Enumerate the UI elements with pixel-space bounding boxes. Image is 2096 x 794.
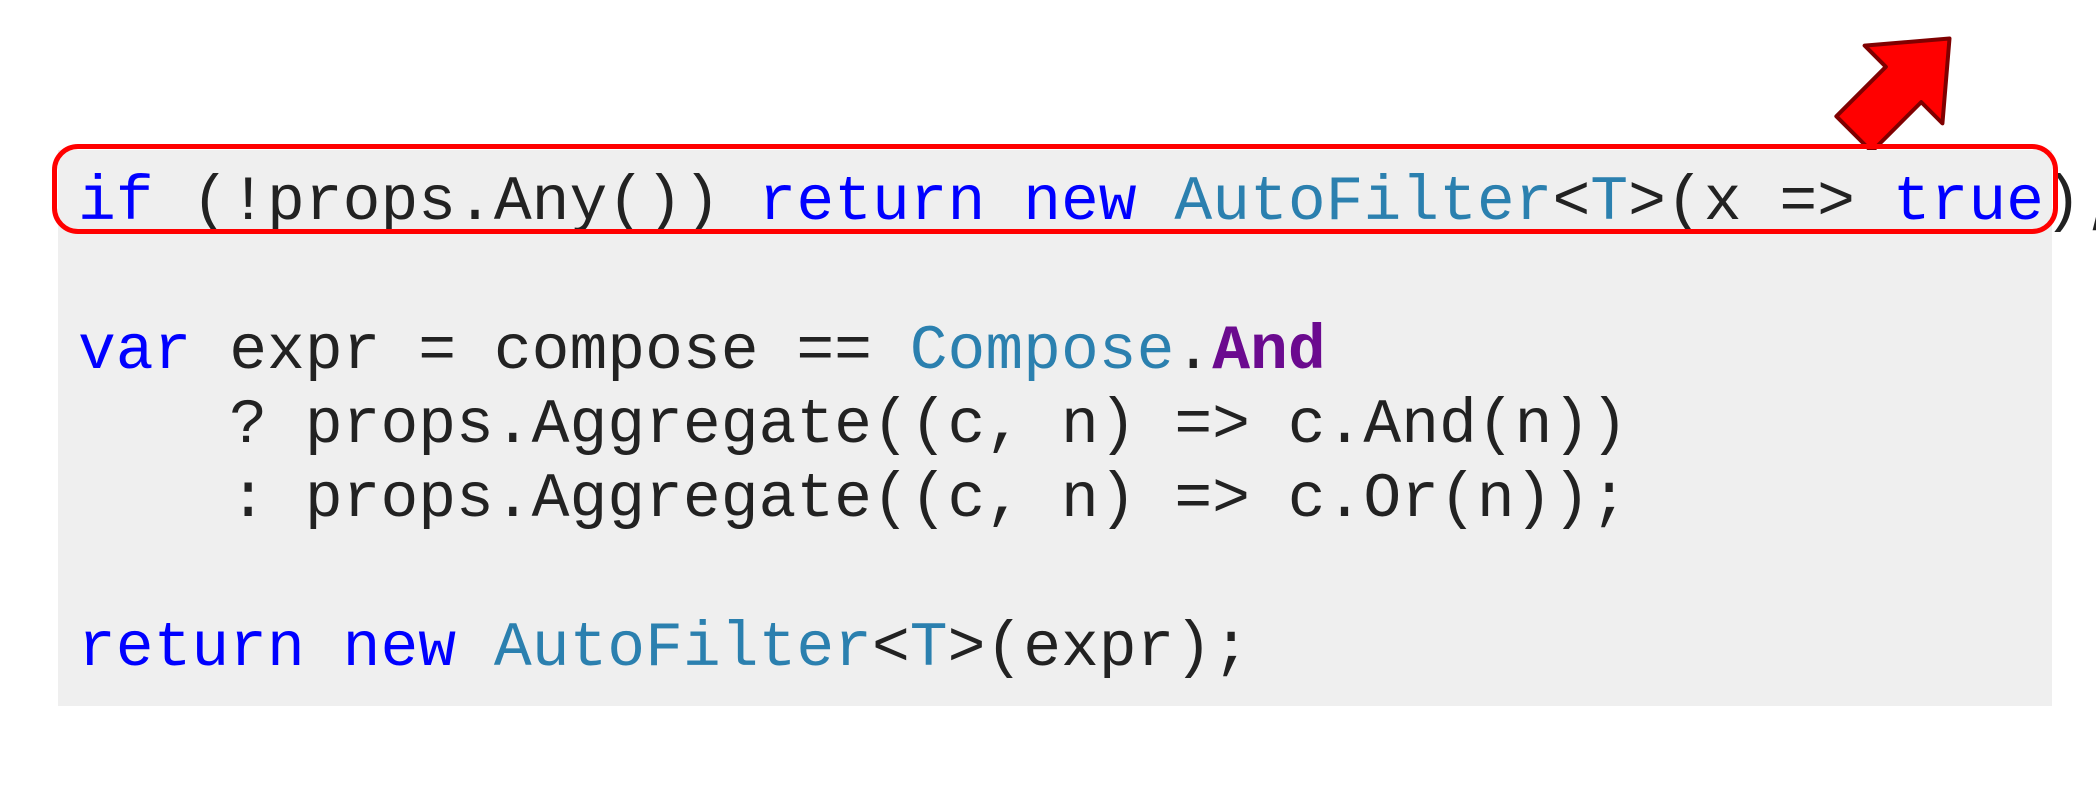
- code-token: return: [78, 613, 305, 684]
- code-line: if (!props.Any()) return new AutoFilter<…: [78, 166, 2032, 240]
- code-line: return new AutoFilter<T>(expr);: [78, 612, 2032, 686]
- code-token: And: [1212, 316, 1325, 387]
- code-token: return: [759, 167, 986, 238]
- code-token: new: [343, 613, 456, 684]
- code-line: var expr = compose == Compose.And: [78, 315, 2032, 389]
- code-token: Compose: [910, 316, 1175, 387]
- code-token: >(expr);: [948, 613, 1250, 684]
- code-token: var: [78, 316, 191, 387]
- code-token: .: [1174, 316, 1212, 387]
- code-token: T: [1590, 167, 1628, 238]
- code-token: if: [78, 167, 154, 238]
- code-token: : props.Aggregate((c, n) => c.Or(n));: [78, 464, 1628, 535]
- code-token: expr = compose ==: [191, 316, 909, 387]
- code-line: : props.Aggregate((c, n) => c.Or(n));: [78, 463, 2032, 537]
- code-token: true: [1893, 167, 2044, 238]
- code-token: T: [910, 613, 948, 684]
- callout-arrow-icon: [1820, 8, 1980, 168]
- code-token: new: [1023, 167, 1136, 238]
- code-token: AutoFilter: [494, 613, 872, 684]
- code-token: >(x =>: [1628, 167, 1893, 238]
- code-token: <: [1552, 167, 1590, 238]
- code-token: [456, 613, 494, 684]
- code-line: [78, 538, 2032, 612]
- code-token: (!props.Any()): [154, 167, 759, 238]
- code-block: if (!props.Any()) return new AutoFilter<…: [58, 150, 2052, 706]
- code-token: <: [872, 613, 910, 684]
- code-token: AutoFilter: [1174, 167, 1552, 238]
- code-token: );: [2044, 167, 2096, 238]
- code-token: [985, 167, 1023, 238]
- code-line: [78, 240, 2032, 314]
- code-line: ? props.Aggregate((c, n) => c.And(n)): [78, 389, 2032, 463]
- code-token: ? props.Aggregate((c, n) => c.And(n)): [78, 390, 1628, 461]
- code-token: [1137, 167, 1175, 238]
- code-token: [305, 613, 343, 684]
